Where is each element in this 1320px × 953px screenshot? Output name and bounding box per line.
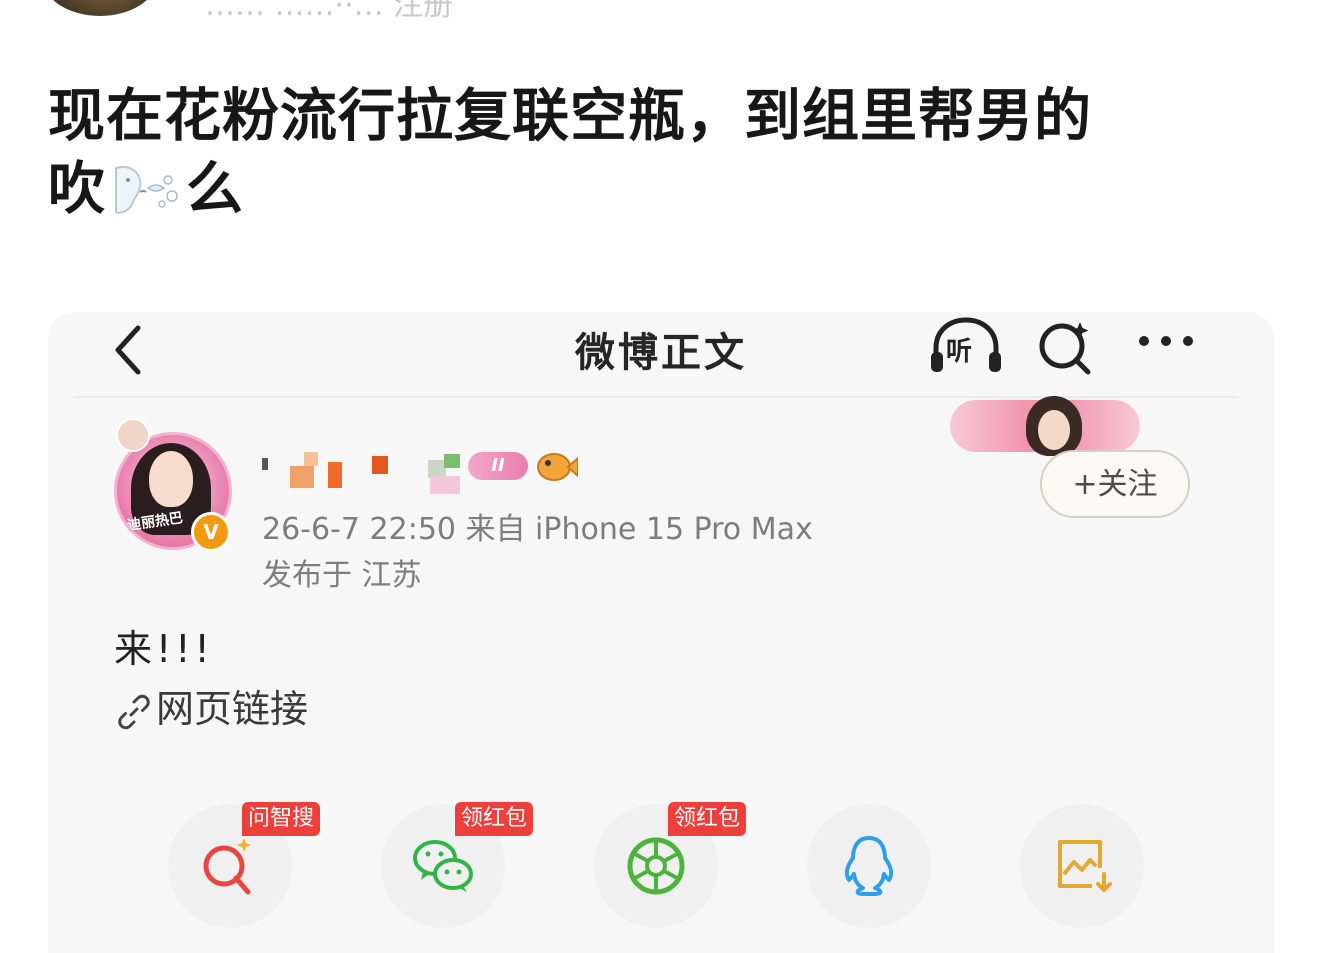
banner-portrait — [1026, 396, 1082, 456]
avatar-decoration — [116, 418, 150, 452]
level-badge: II — [468, 452, 528, 480]
post-body: 现在花粉流行拉复联空瓶，到组里帮男的 吹 么 — [48, 80, 1268, 226]
moments-icon — [627, 837, 685, 895]
share-qq-button[interactable] — [807, 804, 931, 928]
magnifier-sparkle-icon — [203, 838, 251, 895]
verified-badge: V — [191, 512, 231, 552]
blowing-face-icon — [112, 161, 180, 215]
share-badge-wechat: 领红包 — [455, 802, 534, 836]
web-link[interactable]: 网页链接 — [116, 678, 308, 733]
qq-penguin-icon — [844, 836, 894, 896]
link-icon — [118, 694, 150, 729]
wechat-icon — [413, 840, 473, 892]
share-save-image-button[interactable] — [1020, 804, 1144, 928]
post-meta: 26-6-7 22:50 来自 iPhone 15 Pro Max — [262, 512, 813, 547]
weibo-screenshot: 微博正文 听 迪丽热巴 V II 26-6-7 22:50 来自 iPhone … — [48, 312, 1274, 953]
author-name-partial: …… ……··… 注册 — [205, 0, 454, 23]
smart-search-icon[interactable] — [1036, 316, 1096, 376]
share-badge-ask-search: 问智搜 — [242, 802, 321, 836]
follow-button[interactable]: +关注 — [1040, 450, 1190, 518]
username-mosaic[interactable] — [262, 452, 492, 496]
save-image-icon — [1058, 840, 1112, 892]
post-text-line2-start: 吹 — [48, 156, 106, 222]
author-avatar[interactable] — [42, 0, 158, 16]
post-text-line2-end: 么 — [186, 156, 244, 222]
fish-badge-icon — [536, 450, 579, 484]
web-link-label: 网页链接 — [156, 687, 309, 731]
share-badge-moments: 领红包 — [668, 802, 747, 836]
more-icon[interactable] — [1134, 326, 1198, 356]
post-location: 发布于 江苏 — [262, 558, 422, 593]
listen-label: 听 — [946, 337, 973, 367]
listen-button[interactable]: 听 — [928, 314, 1004, 378]
post-content: 来!!! — [114, 627, 214, 671]
post-text-line1: 现在花粉流行拉复联空瓶，到组里帮男的 — [48, 83, 1092, 149]
